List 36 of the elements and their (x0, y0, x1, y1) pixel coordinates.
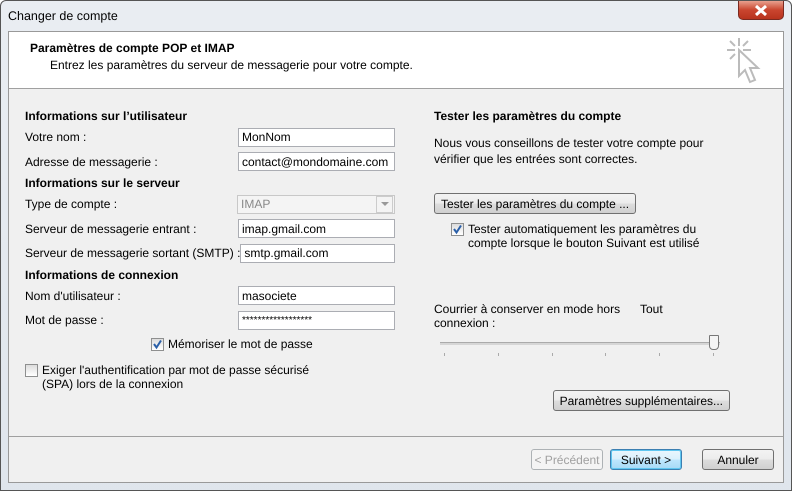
input-field[interactable]: imap.gmail.com (238, 219, 395, 238)
checkbox-label: Exiger l'authentification par mot de passe sécurisé (SPA) lors de la connexion (42, 362, 310, 390)
description-text: Nous vous conseillons de tester votre compte pour vérifier que les entrées sont correctes. (434, 135, 704, 167)
section-heading: Informations de connexion (25, 268, 180, 284)
input-field[interactable]: MonNom (238, 128, 395, 147)
dialog-button[interactable]: Annuler (702, 449, 774, 470)
section-heading: Informations sur le serveur (25, 176, 181, 192)
dialog-button[interactable]: Suivant > (610, 449, 682, 470)
more-settings-button[interactable]: Paramètres supplémentaires... (552, 390, 730, 411)
input-field[interactable]: contact@mondomaine.com (238, 152, 395, 172)
checkbox[interactable] (451, 223, 464, 236)
header-subtitle: Entrez les paramètres du serveur de messagerie pour votre compte. (50, 58, 413, 72)
field-label: Nom d'utilisateur : (25, 288, 121, 303)
close-icon (754, 4, 768, 16)
input-field[interactable]: smtp.gmail.com (240, 244, 395, 263)
field-label: Type de compte : (25, 197, 118, 212)
test-settings-button[interactable]: Tester les paramètres du compte ... (434, 193, 636, 214)
field-label: Adresse de messagerie : (25, 154, 158, 169)
section-heading: Informations sur l’utilisateur (25, 109, 188, 125)
field-label: Votre nom : (25, 130, 86, 144)
section-heading: Tester les paramètres du compte (434, 109, 622, 125)
field-label: Mot de passe : (25, 313, 104, 328)
slider-label: Courrier à conserver en mode hors connexion : (434, 302, 622, 330)
slider-reading: Tout (640, 302, 663, 318)
header-title: Paramètres de compte POP et IMAP (30, 41, 236, 55)
checkbox[interactable] (25, 364, 38, 376)
close-button[interactable] (738, 1, 784, 20)
field-label: Serveur de messagerie sortant (SMTP) : (25, 246, 240, 260)
checkbox-label: Tester automatiquement les paramètres du compte lorsque le bouton Suivant est utilisé (468, 222, 700, 250)
checkbox-label: Mémoriser le mot de passe (168, 336, 313, 350)
window-title: Changer de compte (8, 9, 118, 23)
field-label: Serveur de messagerie entrant : (25, 222, 196, 236)
slider-thumb[interactable] (709, 335, 719, 350)
password-field[interactable]: ****************** (238, 310, 395, 330)
checkbox[interactable] (151, 338, 164, 350)
input-field[interactable]: masociete (238, 286, 395, 306)
